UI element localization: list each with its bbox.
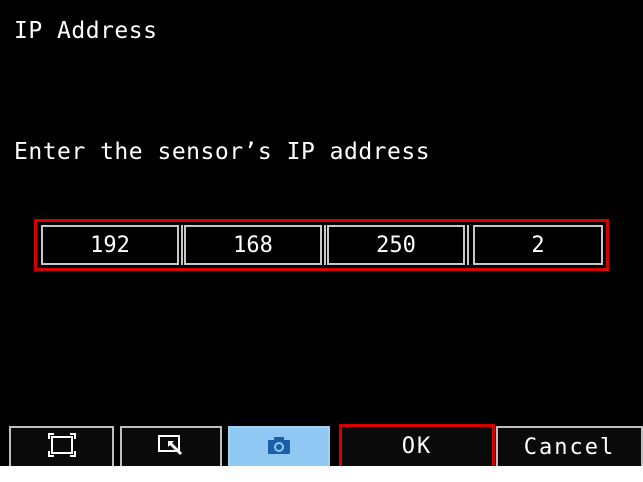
ip-octet-4-field[interactable]: 2 xyxy=(473,225,603,265)
ip-octet-3-field[interactable]: 250 xyxy=(327,225,469,265)
zoom-button[interactable] xyxy=(120,426,222,466)
camera-button[interactable] xyxy=(228,426,330,466)
dialog-title: IP Address xyxy=(14,18,158,44)
camera-icon xyxy=(266,434,292,460)
fit-screen-icon xyxy=(47,433,76,461)
dialog-prompt: Enter the sensor’s IP address xyxy=(14,139,431,165)
cancel-button-label: Cancel xyxy=(523,434,616,460)
ok-button[interactable]: OK xyxy=(339,424,495,466)
ip-address-field-group: 192 168 250 2 xyxy=(34,219,609,271)
fit-screen-button[interactable] xyxy=(9,426,114,466)
zoom-icon xyxy=(157,433,185,461)
cancel-button[interactable]: Cancel xyxy=(496,426,643,466)
ip-octet-2-field[interactable]: 168 xyxy=(184,225,326,265)
ip-address-dialog: IP Address Enter the sensor’s IP address… xyxy=(0,0,643,466)
ip-octet-1-field[interactable]: 192 xyxy=(41,225,183,265)
ok-button-label: OK xyxy=(401,434,433,459)
